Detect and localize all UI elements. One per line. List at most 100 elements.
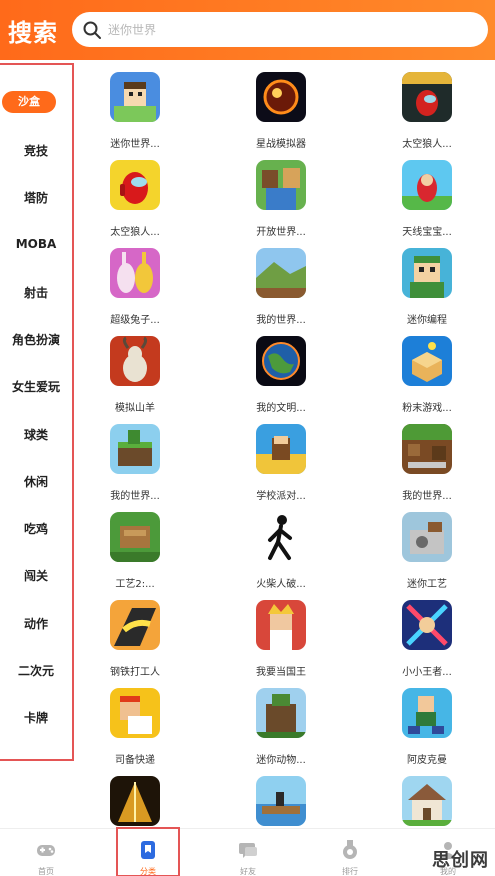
game-name: 火柴人破...: [256, 579, 306, 590]
category-sidebar: 沙盒 竞技 塔防 MOBA 射击 角色扮演 女生爱玩 球类 休闲 吃鸡 闯关 动…: [0, 63, 74, 761]
game-name: 迷你世界...: [110, 139, 160, 150]
medal-icon: [343, 840, 357, 859]
game-name: 粉末游戏...: [402, 403, 452, 414]
game-name: 迷你工艺: [407, 579, 447, 590]
red-crewmate-icon: [110, 160, 160, 210]
game-name: 太空狼人...: [402, 139, 452, 150]
bottom-nav: 首页 分类 好友 排行 我的 思创网: [0, 827, 495, 876]
game-item[interactable]: 开放世界...: [226, 160, 356, 242]
top-bar: 搜索 迷你世界: [0, 0, 495, 60]
game-name: 天线宝宝...: [402, 227, 452, 238]
nav-label: 好友: [240, 867, 256, 876]
game-item[interactable]: [80, 776, 210, 834]
category-card[interactable]: 卡牌: [0, 709, 72, 726]
game-item[interactable]: 太空狼人...: [80, 160, 210, 242]
game-item[interactable]: 司备快递: [80, 688, 210, 770]
game-item[interactable]: 小小王者...: [372, 600, 495, 682]
game-name: 我要当国王: [256, 667, 306, 678]
mini-craft-icon: [402, 512, 452, 562]
game-item[interactable]: 迷你编程: [372, 248, 495, 330]
game-item[interactable]: 我的世界...: [372, 424, 495, 506]
craft-island-icon: [110, 512, 160, 562]
game-item[interactable]: 迷你世界...: [80, 72, 210, 154]
category-casual[interactable]: 休闲: [0, 473, 72, 490]
red-crewmate-lobby-icon: [402, 72, 452, 122]
category-moba[interactable]: MOBA: [0, 237, 72, 251]
game-item[interactable]: [372, 776, 495, 834]
game-name: 阿皮克曼: [407, 755, 447, 766]
game-item[interactable]: 我要当国王: [226, 600, 356, 682]
game-item[interactable]: 我的世界...: [80, 424, 210, 506]
page-title: 搜索: [8, 18, 58, 47]
game-item[interactable]: 太空狼人...: [372, 72, 495, 154]
game-item[interactable]: 迷你工艺: [372, 512, 495, 594]
goat-icon: [110, 336, 160, 386]
game-item[interactable]: 星战模拟器: [226, 72, 356, 154]
game-name: 星战模拟器: [256, 139, 306, 150]
game-item[interactable]: 天线宝宝...: [372, 160, 495, 242]
game-item[interactable]: 钢铁打工人: [80, 600, 210, 682]
block-tower-icon: [256, 688, 306, 738]
game-item[interactable]: 学校派对...: [226, 424, 356, 506]
game-name: 太空狼人...: [110, 227, 160, 238]
stacking-road-icon: [110, 600, 160, 650]
category-anime[interactable]: 二次元: [0, 662, 72, 679]
category-competitive[interactable]: 竞技: [0, 142, 72, 159]
game-item[interactable]: 模拟山羊: [80, 336, 210, 418]
watermark: 思创网: [432, 850, 489, 871]
game-grid: 迷你世界... 星战模拟器 太空狼人... 太空狼人... 开放世界... 天线…: [80, 66, 495, 834]
game-name: 司备快递: [115, 755, 155, 766]
game-item[interactable]: 迷你动物...: [226, 688, 356, 770]
game-name: 迷你动物...: [256, 755, 306, 766]
block-island-icon: [110, 424, 160, 474]
search-placeholder: 迷你世界: [108, 23, 157, 37]
game-item[interactable]: [226, 776, 356, 834]
game-name: 我的世界...: [256, 315, 306, 326]
search-input[interactable]: 迷你世界: [72, 12, 488, 47]
game-item[interactable]: 阿皮克曼: [372, 688, 495, 770]
game-item[interactable]: 粉末游戏...: [372, 336, 495, 418]
game-item[interactable]: 工艺2:...: [80, 512, 210, 594]
house-icon: [402, 776, 452, 826]
game-name: 钢铁打工人: [110, 667, 160, 678]
gamepad-icon: [37, 845, 55, 856]
game-name: 开放世界...: [256, 227, 306, 238]
category-sandbox[interactable]: 沙盒: [2, 91, 56, 113]
category-shooter[interactable]: 射击: [0, 284, 72, 301]
chat-icon: [239, 843, 257, 858]
nav-selection-highlight: [116, 827, 180, 876]
game-name: 我的文明...: [256, 403, 306, 414]
game-name: 我的世界...: [402, 491, 452, 502]
stickman-icon: [256, 512, 306, 562]
nav-home[interactable]: 首页: [14, 829, 78, 876]
category-tower-defense[interactable]: 塔防: [0, 189, 72, 206]
blocky-runner-icon: [402, 688, 452, 738]
planet-explosion-icon: [256, 72, 306, 122]
category-action[interactable]: 动作: [0, 615, 72, 632]
courier-icon: [110, 688, 160, 738]
category-battle-royale[interactable]: 吃鸡: [0, 520, 72, 537]
mini-heroes-icon: [402, 600, 452, 650]
king-icon: [256, 600, 306, 650]
blocky-character-icon: [110, 72, 160, 122]
category-rpg[interactable]: 角色扮演: [0, 331, 72, 348]
game-item[interactable]: 我的文明...: [226, 336, 356, 418]
nav-friends[interactable]: 好友: [216, 829, 280, 876]
category-girls[interactable]: 女生爱玩: [0, 378, 72, 395]
category-puzzle-stages[interactable]: 闯关: [0, 567, 72, 584]
mine-cart-icon: [110, 776, 160, 826]
game-item[interactable]: 我的世界...: [226, 248, 356, 330]
game-name: 小小王者...: [402, 667, 452, 678]
pocket-edition-icon: [402, 424, 452, 474]
school-party-icon: [256, 424, 306, 474]
nav-ranking[interactable]: 排行: [318, 829, 382, 876]
game-name: 我的世界...: [110, 491, 160, 502]
earth-icon: [256, 336, 306, 386]
nav-label: 首页: [38, 867, 54, 876]
game-item[interactable]: 火柴人破...: [226, 512, 356, 594]
game-name: 超级兔子...: [110, 315, 160, 326]
game-item[interactable]: 超级兔子...: [80, 248, 210, 330]
teletubby-icon: [402, 160, 452, 210]
nav-label: 排行: [342, 867, 358, 876]
category-ball[interactable]: 球类: [0, 426, 72, 443]
